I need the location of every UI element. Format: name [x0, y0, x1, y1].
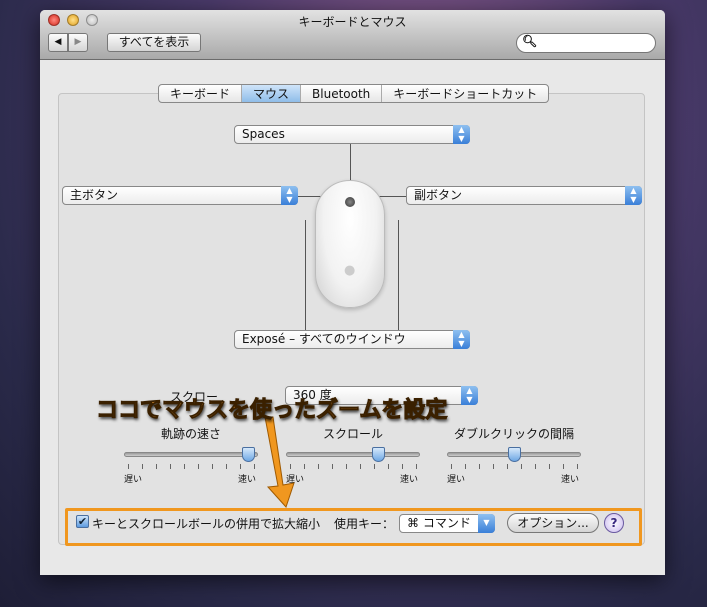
slider-tick: [240, 464, 241, 469]
popup-value: ⌘ コマンド: [407, 516, 471, 530]
slider-tick: [346, 464, 347, 469]
scroll-ball: [345, 197, 355, 207]
slider-tick: [128, 464, 129, 469]
popup-value: 副ボタン: [414, 188, 463, 202]
zoom-checkbox-label: キーとスクロールボールの併用で拡大縮小: [92, 517, 321, 531]
top-button-popup[interactable]: Spaces ▲ ▼: [234, 125, 470, 144]
slider-label: ダブルクリックの間隔: [453, 427, 574, 441]
chevron-down-icon: ▼: [478, 514, 495, 533]
slider-tick: [563, 464, 564, 469]
slider-tick: [549, 464, 550, 469]
help-button[interactable]: ?: [604, 513, 624, 533]
slider-tick: [388, 464, 389, 469]
modifier-key-label: 使用キー：: [334, 517, 395, 531]
slider-tick: [493, 464, 494, 469]
slider-tick: [170, 464, 171, 469]
tab-panel: [58, 93, 645, 545]
popup-arrows-icon: ▲ ▼: [461, 386, 478, 405]
zoom-checkbox[interactable]: ✔: [76, 515, 89, 528]
slider-tick: [535, 464, 536, 469]
title-bar: キーボードとマウス ◀ ▶ すべてを表示 🔍︎: [40, 10, 665, 60]
forward-button[interactable]: ▶: [68, 33, 88, 52]
preferences-window: キーボードとマウス ◀ ▶ すべてを表示 🔍︎ キーボード マウス Blueto…: [40, 10, 665, 575]
search-icon: 🔍︎: [522, 34, 538, 48]
slider-thumb[interactable]: [372, 447, 386, 462]
slider-tick: [507, 464, 508, 469]
annotation-text: ココでマウスを使ったズームを設定: [95, 398, 448, 424]
slider-tick: [226, 464, 227, 469]
primary-button-popup[interactable]: 主ボタン ▲ ▼: [62, 186, 298, 205]
slider-max-label: 速い: [400, 475, 419, 485]
slider-tick: [465, 464, 466, 469]
slider-tick: [212, 464, 213, 469]
slider-tick: [416, 464, 417, 469]
slider-tick: [318, 464, 319, 469]
slider-tick: [451, 464, 452, 469]
modifier-key-popup[interactable]: ⌘ コマンド ▼: [399, 514, 495, 533]
slider-min-label: 遅い: [447, 475, 466, 485]
slider-tick: [577, 464, 578, 469]
annotation-arrow: [264, 416, 295, 508]
slider-tick: [521, 464, 522, 469]
slider-tick: [374, 464, 375, 469]
connector-line: [398, 220, 399, 330]
popup-value: Exposé – すべてのウインドウ: [242, 332, 406, 346]
slider-tick: [184, 464, 185, 469]
connector-line: [305, 220, 306, 330]
slider-tick: [156, 464, 157, 469]
slider-min-label: 遅い: [124, 475, 143, 485]
apple-logo-icon: ●: [344, 263, 356, 278]
slider-thumb[interactable]: [508, 447, 521, 462]
mighty-mouse-image: ●: [315, 180, 385, 308]
popup-arrows-icon: ▲ ▼: [453, 125, 470, 144]
show-all-button[interactable]: すべてを表示: [107, 33, 201, 52]
slider-tick: [332, 464, 333, 469]
tab-mouse[interactable]: マウス: [242, 85, 302, 102]
slider-tick: [198, 464, 199, 469]
popup-arrows-icon: ▲ ▼: [281, 186, 298, 205]
secondary-button-popup[interactable]: 副ボタン ▲ ▼: [406, 186, 642, 205]
window-title: キーボードとマウス: [298, 15, 407, 29]
tab-bluetooth[interactable]: Bluetooth: [301, 85, 383, 102]
slider-max-label: 速い: [561, 475, 580, 485]
tab-keyboard[interactable]: キーボード: [159, 85, 243, 102]
search-input[interactable]: 🔍︎: [516, 33, 656, 53]
tab-bar: キーボード マウス Bluetooth キーボードショートカット: [158, 84, 550, 103]
slider-track[interactable]: [124, 452, 258, 457]
scroll-ball-button-popup[interactable]: Exposé – すべてのウインドウ ▲ ▼: [234, 330, 470, 349]
popup-arrows-icon: ▲ ▼: [453, 330, 470, 349]
slider-tick: [142, 464, 143, 469]
popup-value: Spaces: [242, 127, 285, 141]
tab-keyboard-shortcuts[interactable]: キーボードショートカット: [382, 85, 548, 102]
slider-tick: [402, 464, 403, 469]
popup-value: 主ボタン: [70, 188, 119, 202]
popup-arrows-icon: ▲ ▼: [625, 186, 642, 205]
slider-tick: [479, 464, 480, 469]
options-button[interactable]: オプション...: [507, 513, 599, 533]
back-button[interactable]: ◀: [48, 33, 68, 52]
slider-tick: [360, 464, 361, 469]
